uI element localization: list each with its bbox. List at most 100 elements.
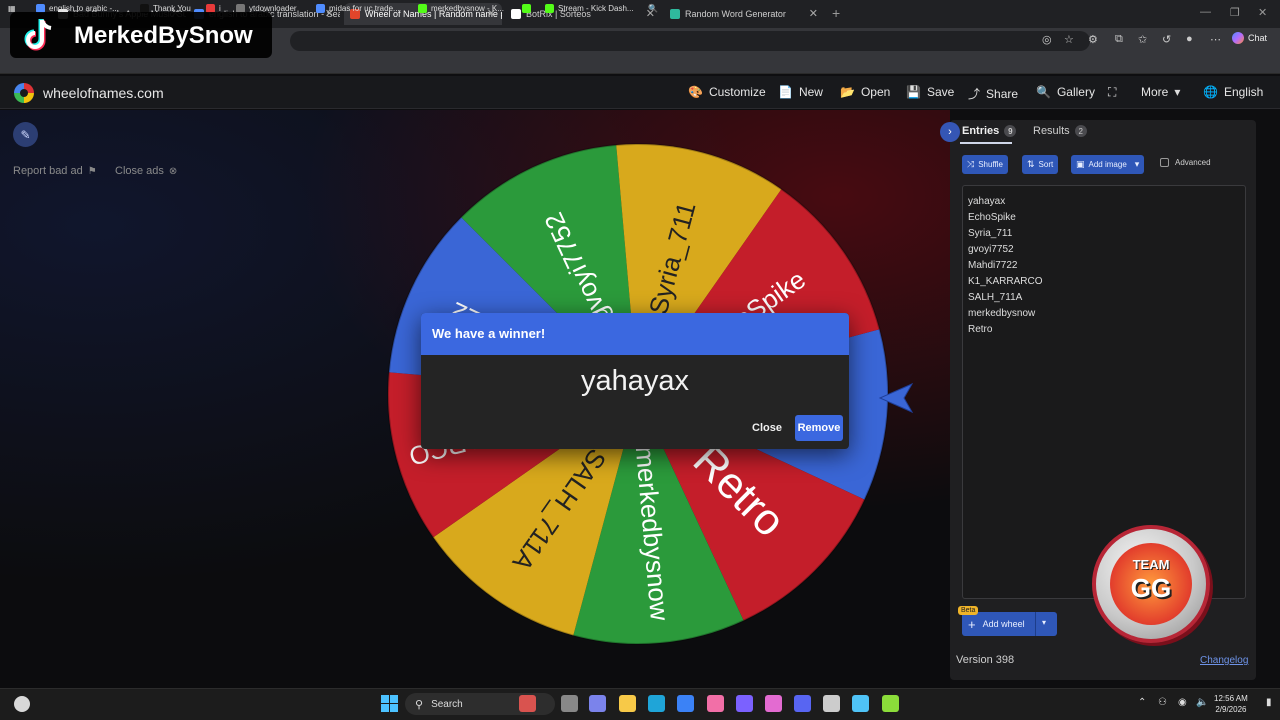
- excel-icon[interactable]: [882, 695, 899, 712]
- copilot-chat-button[interactable]: Chat: [1232, 32, 1267, 44]
- entry-item: SALH_711A: [968, 292, 1023, 303]
- add-image-button[interactable]: ▣ Add image ▾: [1071, 155, 1145, 174]
- edit-pencil-icon[interactable]: ✎: [13, 122, 38, 147]
- entry-item: K1_KARRARCO: [968, 276, 1043, 287]
- bookmark-favicon-icon: [418, 4, 427, 13]
- collapse-panel-icon[interactable]: ›: [940, 122, 960, 142]
- entry-item: Syria_711: [968, 228, 1013, 239]
- wheel-pointer-icon: [878, 382, 914, 414]
- chevron-down-icon[interactable]: ▾: [1042, 618, 1046, 627]
- pinned-app-icon[interactable]: [519, 695, 536, 712]
- advanced-checkbox[interactable]: Advanced: [1160, 158, 1211, 167]
- close-button[interactable]: Close: [746, 416, 788, 440]
- copilot-icon[interactable]: [736, 695, 753, 712]
- entry-item: gvoyi7752: [968, 244, 1014, 255]
- new-file-icon: 📄: [778, 85, 793, 99]
- bookmark-item[interactable]: midas for uc trade...: [316, 4, 400, 13]
- site-name[interactable]: wheelofnames.com: [43, 85, 164, 101]
- sort-icon: ⇅: [1027, 159, 1035, 169]
- remove-button[interactable]: Remove: [795, 415, 843, 441]
- tiktok-watermark: MerkedBySnow: [10, 12, 272, 58]
- search-icon: ⚲: [415, 698, 424, 711]
- show-hidden-icons-icon[interactable]: ⌃: [1138, 697, 1146, 708]
- menu-open[interactable]: 📂 Open: [840, 85, 890, 99]
- shuffle-button[interactable]: ⤨ Shuffle: [962, 155, 1008, 174]
- tab-results[interactable]: Results 2: [1033, 125, 1087, 137]
- watermark-text: MerkedBySnow: [74, 22, 253, 49]
- wifi-icon[interactable]: ◉: [1178, 697, 1187, 708]
- volume-icon[interactable]: 🔈: [1196, 697, 1208, 708]
- widgets-icon[interactable]: [14, 696, 30, 712]
- tiktok-logo-icon: [24, 19, 52, 51]
- store-icon[interactable]: [677, 695, 694, 712]
- windows-start-icon[interactable]: [381, 695, 398, 712]
- close-ads-link[interactable]: Close ads ⊗: [115, 165, 177, 177]
- split-screen-icon[interactable]: ⧉: [1115, 33, 1123, 46]
- teams-icon[interactable]: [589, 695, 606, 712]
- coin-text-team: TEAM: [1132, 557, 1170, 572]
- notepad-icon[interactable]: [852, 695, 869, 712]
- changelog-link[interactable]: Changelog: [1200, 655, 1248, 666]
- pinned-app-icon[interactable]: [561, 695, 578, 712]
- entry-item: EchoSpike: [968, 212, 1016, 223]
- sort-button[interactable]: ⇅ Sort: [1022, 155, 1059, 174]
- winner-dialog: We have a winner! yahayax Close Remove: [421, 313, 849, 449]
- new-tab-icon[interactable]: +: [832, 5, 840, 21]
- wheelofnames-logo-icon[interactable]: [14, 83, 34, 103]
- browser-tab[interactable]: Random Word Generator ✕: [664, 3, 824, 25]
- history-icon[interactable]: ↺: [1162, 33, 1171, 46]
- tab-close-icon[interactable]: ✕: [809, 7, 818, 20]
- team-gg-coin-logo: TEAM GG: [1092, 525, 1210, 643]
- network-icon[interactable]: ⚇: [1158, 697, 1167, 708]
- app-icon[interactable]: [765, 695, 782, 712]
- taskbar-clock[interactable]: 12:56 AM 2/9/2026: [1214, 693, 1248, 715]
- menu-label: Share: [986, 86, 1019, 101]
- menu-customize[interactable]: 🎨 Customize: [688, 85, 766, 99]
- add-wheel-button[interactable]: + Add wheel ▾: [962, 612, 1057, 636]
- more-menu-icon[interactable]: ⋯: [1210, 33, 1221, 46]
- menu-fullscreen[interactable]: ⛶: [1108, 85, 1122, 100]
- bookmark-label: Stream - Kick Dash...: [558, 4, 634, 13]
- shuffle-label: Shuffle: [978, 160, 1003, 169]
- menu-gallery[interactable]: 🔍 Gallery: [1036, 85, 1095, 99]
- clock-date: 2/9/2026: [1215, 705, 1247, 714]
- favorites-icon[interactable]: ✩: [1138, 33, 1147, 46]
- notification-icon[interactable]: ▮: [1266, 697, 1272, 708]
- fullscreen-icon: ⛶: [1108, 85, 1117, 99]
- menu-new[interactable]: 📄 New: [778, 85, 823, 99]
- favorite-star-icon[interactable]: ☆: [1064, 33, 1074, 46]
- active-tab-indicator: [960, 142, 1012, 144]
- extensions-icon[interactable]: ⚙: [1088, 33, 1098, 46]
- omnibox[interactable]: [290, 31, 1090, 51]
- profile-avatar-icon[interactable]: ●: [1186, 33, 1193, 45]
- discord-icon[interactable]: [794, 695, 811, 712]
- menu-save[interactable]: 💾 Save: [906, 85, 954, 99]
- tracking-prevention-icon[interactable]: ◎: [1042, 33, 1052, 46]
- edge-icon[interactable]: [648, 695, 665, 712]
- minimize-icon[interactable]: —: [1200, 6, 1211, 18]
- bookmark-search-icon[interactable]: 🔍: [648, 4, 658, 13]
- bookmark-item[interactable]: [522, 4, 535, 13]
- menu-label: New: [798, 85, 823, 99]
- close-circle-icon: ⊗: [168, 165, 178, 177]
- tab-favicon-icon: [670, 9, 680, 19]
- file-explorer-icon[interactable]: [619, 695, 636, 712]
- menu-share[interactable]: ⤴ Share: [968, 85, 1018, 102]
- menu-english[interactable]: 🌐 English: [1203, 85, 1263, 99]
- chevron-down-icon: ▾: [1134, 159, 1140, 169]
- restore-icon[interactable]: ❐: [1230, 6, 1240, 19]
- canva-icon[interactable]: [707, 695, 724, 712]
- tab-favicon-icon: [511, 9, 521, 19]
- shuffle-icon: ⤨: [967, 159, 975, 169]
- taskbar-search-label: Search: [431, 698, 463, 710]
- bookmark-item[interactable]: Stream - Kick Dash...: [545, 4, 634, 13]
- tab-entries[interactable]: Entries 9: [962, 125, 1017, 137]
- chrome-icon[interactable]: [823, 695, 840, 712]
- menu-more[interactable]: More ▾: [1141, 85, 1180, 99]
- close-window-icon[interactable]: ✕: [1258, 6, 1267, 19]
- bookmark-item[interactable]: merkedbysnow - K...: [418, 4, 504, 13]
- save-icon: 💾: [906, 85, 921, 99]
- bookmark-label: midas for uc trade...: [329, 4, 400, 13]
- results-count-badge: 2: [1074, 125, 1087, 137]
- report-bad-ad-link[interactable]: Report bad ad ⚑: [13, 165, 97, 177]
